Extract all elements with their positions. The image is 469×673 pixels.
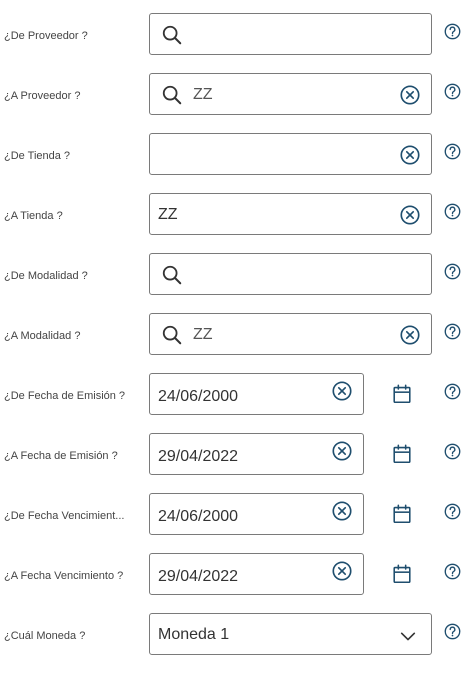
chevron-down-icon[interactable] [399,627,417,645]
help-icon[interactable] [444,563,461,580]
de-proveedor-input[interactable] [149,13,432,55]
field-row-a-modalidad: ¿A Modalidad ? ZZ [0,313,469,373]
field-row-cual-moneda: ¿Cuál Moneda ? Moneda 1 [0,613,469,673]
help-icon[interactable] [444,83,461,100]
field-row-a-fecha-emision: ¿A Fecha de Emisión ? 29/04/2022 [0,433,469,493]
field-row-de-modalidad: ¿De Modalidad ? [0,253,469,313]
field-row-a-proveedor: ¿A Proveedor ? ZZ [0,73,469,133]
de-modalidad-input[interactable] [149,253,432,295]
clear-icon[interactable] [399,324,421,346]
field-row-de-fecha-emision: ¿De Fecha de Emisión ? 24/06/2000 [0,373,469,433]
field-value: 29/04/2022 [158,448,239,465]
field-value: 24/06/2000 [158,388,239,405]
help-icon[interactable] [444,503,461,520]
field-label: ¿De Proveedor ? [4,30,88,42]
field-label: ¿A Fecha de Emisión ? [4,450,118,462]
moneda-select[interactable]: Moneda 1 [149,613,432,655]
a-proveedor-input[interactable]: ZZ [149,73,432,115]
help-icon[interactable] [444,143,461,160]
help-icon[interactable] [444,263,461,280]
field-value: ZZ [193,86,213,103]
field-row-de-proveedor: ¿De Proveedor ? [0,13,469,73]
field-label: ¿De Modalidad ? [4,270,88,282]
help-icon[interactable] [444,443,461,460]
clear-icon[interactable] [331,440,353,462]
calendar-icon[interactable] [391,383,413,405]
field-row-de-tienda: ¿De Tienda ? [0,133,469,193]
de-fecha-emision-input[interactable]: 24/06/2000 [149,373,364,415]
field-row-a-tienda: ¿A Tienda ? ZZ [0,193,469,253]
field-label: ¿De Fecha de Emisión ? [4,390,126,402]
clear-icon[interactable] [331,560,353,582]
field-label: ¿A Proveedor ? [4,90,81,102]
a-fecha-vencimiento-input[interactable]: 29/04/2022 [149,553,364,595]
de-fecha-vencimiento-input[interactable]: 24/06/2000 [149,493,364,535]
clear-icon[interactable] [399,84,421,106]
help-icon[interactable] [444,23,461,40]
calendar-icon[interactable] [391,443,413,465]
help-icon[interactable] [444,203,461,220]
search-icon[interactable] [161,84,183,106]
search-icon[interactable] [161,24,183,46]
a-tienda-input[interactable]: ZZ [149,193,432,235]
calendar-icon[interactable] [391,563,413,585]
help-icon[interactable] [444,323,461,340]
clear-icon[interactable] [331,380,353,402]
a-modalidad-input[interactable]: ZZ [149,313,432,355]
help-icon[interactable] [444,383,461,400]
field-value: ZZ [193,326,213,343]
field-label: ¿A Fecha Vencimiento ? [4,570,124,582]
field-label: ¿A Tienda ? [4,210,63,222]
help-icon[interactable] [444,623,461,640]
field-label: ¿De Fecha Vencimient... [4,510,125,522]
clear-icon[interactable] [399,144,421,166]
a-fecha-emision-input[interactable]: 29/04/2022 [149,433,364,475]
search-icon[interactable] [161,264,183,286]
clear-icon[interactable] [331,500,353,522]
de-tienda-input[interactable] [149,133,432,175]
field-value: Moneda 1 [158,626,230,643]
field-row-de-fecha-vencimiento: ¿De Fecha Vencimient... 24/06/2000 [0,493,469,553]
field-value: 24/06/2000 [158,508,239,525]
field-label: ¿De Tienda ? [4,150,71,162]
clear-icon[interactable] [399,204,421,226]
field-value: 29/04/2022 [158,568,239,585]
field-label: ¿Cuál Moneda ? [4,630,86,642]
calendar-icon[interactable] [391,503,413,525]
field-label: ¿A Modalidad ? [4,330,81,342]
field-row-a-fecha-vencimiento: ¿A Fecha Vencimiento ? 29/04/2022 [0,553,469,613]
field-value: ZZ [158,206,178,223]
search-icon[interactable] [161,324,183,346]
